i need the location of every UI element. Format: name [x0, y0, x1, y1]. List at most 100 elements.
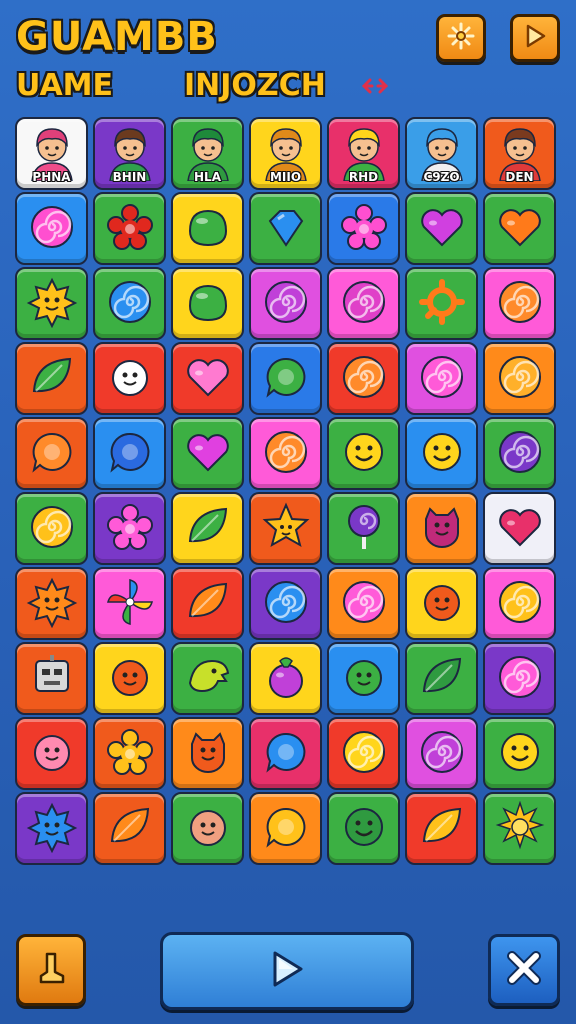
- heart-icon: [182, 351, 234, 407]
- board-tile[interactable]: [405, 792, 478, 865]
- swirl-icon: [494, 651, 546, 707]
- character-tile[interactable]: RHD: [327, 117, 400, 190]
- board-tile[interactable]: [15, 717, 88, 790]
- board-tile[interactable]: [405, 717, 478, 790]
- board-tile[interactable]: [15, 192, 88, 265]
- board-tile[interactable]: [483, 417, 556, 490]
- board-tile[interactable]: [405, 342, 478, 415]
- boot-button[interactable]: [16, 934, 86, 1006]
- board-tile[interactable]: [93, 567, 166, 640]
- board-tile[interactable]: [15, 417, 88, 490]
- board-tile[interactable]: [93, 417, 166, 490]
- character-tile[interactable]: DEN: [483, 117, 556, 190]
- flower-icon: [104, 501, 156, 557]
- board-tile[interactable]: [483, 717, 556, 790]
- board-tile[interactable]: [405, 492, 478, 565]
- board-tile[interactable]: [327, 717, 400, 790]
- close-button[interactable]: [488, 934, 560, 1006]
- board-tile[interactable]: [93, 642, 166, 715]
- sun-face-icon: [26, 576, 78, 632]
- character-tile[interactable]: HLA: [171, 117, 244, 190]
- smiley-icon: [338, 426, 390, 482]
- leaf-icon: [104, 801, 156, 857]
- board-tile[interactable]: [15, 567, 88, 640]
- board-tile[interactable]: [327, 417, 400, 490]
- board-tile[interactable]: [405, 417, 478, 490]
- settings-button[interactable]: [436, 14, 486, 62]
- board-tile[interactable]: [483, 342, 556, 415]
- board-tile[interactable]: [483, 642, 556, 715]
- play-top-button[interactable]: [510, 14, 560, 62]
- board-tile[interactable]: [15, 342, 88, 415]
- board-tile[interactable]: [405, 567, 478, 640]
- board-tile[interactable]: [327, 342, 400, 415]
- swirl-icon: [494, 276, 546, 332]
- bubble-icon: [260, 726, 312, 782]
- board-tile[interactable]: [171, 192, 244, 265]
- character-name: RHD: [348, 170, 379, 184]
- character-tile[interactable]: C9ZO: [405, 117, 478, 190]
- board-tile[interactable]: [249, 492, 322, 565]
- board-tile[interactable]: [249, 717, 322, 790]
- game-title: GUAMBB: [16, 14, 218, 60]
- board-tile[interactable]: [249, 342, 322, 415]
- board-tile[interactable]: [483, 567, 556, 640]
- dragon-icon: [182, 651, 234, 707]
- board-tile[interactable]: [483, 492, 556, 565]
- board-tile[interactable]: [327, 192, 400, 265]
- board-tile[interactable]: [405, 642, 478, 715]
- board-tile[interactable]: [327, 642, 400, 715]
- board-tile[interactable]: [93, 492, 166, 565]
- character-tile[interactable]: BHIN: [93, 117, 166, 190]
- board-tile[interactable]: [483, 192, 556, 265]
- board-tile[interactable]: [171, 792, 244, 865]
- board-tile[interactable]: [405, 192, 478, 265]
- board-tile[interactable]: [171, 642, 244, 715]
- swirl-icon: [338, 576, 390, 632]
- board-tile[interactable]: [483, 792, 556, 865]
- board-tile[interactable]: [171, 267, 244, 340]
- board-tile[interactable]: [15, 492, 88, 565]
- board-tile[interactable]: [249, 417, 322, 490]
- board-tile[interactable]: [249, 267, 322, 340]
- berry-icon: [260, 651, 312, 707]
- play-button[interactable]: [160, 932, 414, 1010]
- board-tile[interactable]: [483, 267, 556, 340]
- face-icon: [416, 576, 468, 632]
- board-tile[interactable]: [327, 492, 400, 565]
- subtitle-right: INJOZCH: [184, 68, 326, 103]
- character-tile[interactable]: PHNA: [15, 117, 88, 190]
- board-tile[interactable]: [249, 192, 322, 265]
- board-tile[interactable]: [405, 267, 478, 340]
- board-tile[interactable]: [171, 342, 244, 415]
- board-tile[interactable]: [93, 342, 166, 415]
- board-tile[interactable]: [15, 267, 88, 340]
- board-tile[interactable]: [93, 792, 166, 865]
- board-tile[interactable]: [171, 717, 244, 790]
- board-tile[interactable]: [93, 267, 166, 340]
- board-tile[interactable]: [249, 642, 322, 715]
- smiley-icon: [494, 726, 546, 782]
- bubble-icon: [104, 426, 156, 482]
- board-tile[interactable]: [171, 417, 244, 490]
- board-tile[interactable]: [171, 567, 244, 640]
- leaf-icon: [182, 501, 234, 557]
- swirl-icon: [338, 276, 390, 332]
- swirl-icon: [494, 426, 546, 482]
- board-tile[interactable]: [93, 192, 166, 265]
- board-tile[interactable]: [171, 492, 244, 565]
- board-tile[interactable]: [327, 792, 400, 865]
- board-tile[interactable]: [15, 792, 88, 865]
- game-board: PHNA BHIN HLA MIIO RHD C9ZO DEN: [15, 117, 561, 865]
- bubble-icon: [26, 426, 78, 482]
- swirl-icon: [260, 426, 312, 482]
- board-tile[interactable]: [93, 717, 166, 790]
- character-tile[interactable]: MIIO: [249, 117, 322, 190]
- robot-icon: [26, 651, 78, 707]
- board-tile[interactable]: [249, 567, 322, 640]
- character-name: PHNA: [32, 170, 71, 184]
- board-tile[interactable]: [249, 792, 322, 865]
- board-tile[interactable]: [327, 567, 400, 640]
- board-tile[interactable]: [327, 267, 400, 340]
- board-tile[interactable]: [15, 642, 88, 715]
